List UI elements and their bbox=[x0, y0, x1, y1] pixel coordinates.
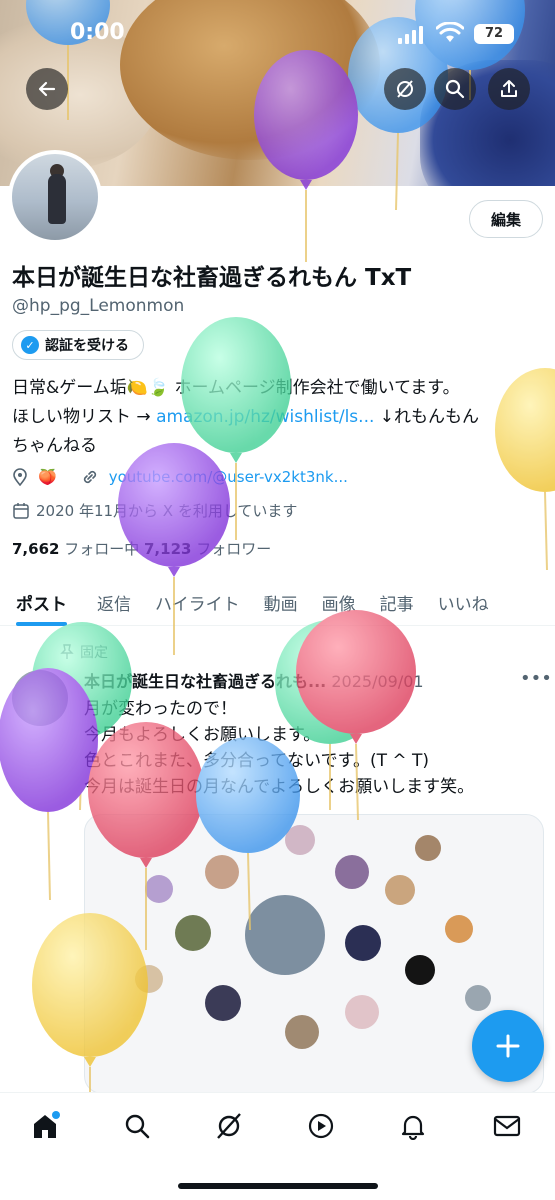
share-button[interactable] bbox=[488, 68, 530, 110]
get-verified-label: 認証を受ける bbox=[45, 338, 129, 354]
tab-videos[interactable]: 動画 bbox=[264, 578, 298, 626]
joined-text: 2020 年11月から X を利用しています bbox=[36, 502, 298, 520]
following-stat[interactable]: 7,662 フォロー中 bbox=[12, 540, 144, 558]
pin-icon bbox=[60, 644, 74, 659]
search-button[interactable] bbox=[434, 68, 476, 110]
get-verified-button[interactable]: ✓ 認証を受ける bbox=[12, 330, 144, 360]
nav-video[interactable] bbox=[304, 1109, 338, 1143]
grok-nav-icon bbox=[217, 1113, 241, 1139]
battery-indicator: 72 bbox=[474, 24, 514, 44]
post-header: 本日が誕生日な社畜過ぎるれも... 2025/09/01 bbox=[84, 668, 504, 692]
post-line-1: 月が変わったので！ bbox=[84, 699, 237, 719]
bio-line-1: 日常&ゲーム垢🍋🍃 ホームページ制作会社で働いてます。 bbox=[12, 378, 460, 398]
verified-badge-icon: ✓ bbox=[21, 336, 39, 354]
profile-handle: @hp_pg_Lemonmon bbox=[12, 296, 185, 316]
more-icon[interactable]: ••• bbox=[520, 668, 552, 689]
following-label: フォロー中 bbox=[59, 540, 144, 558]
compose-button[interactable] bbox=[472, 1010, 544, 1082]
tab-posts[interactable]: ポスト bbox=[16, 578, 67, 626]
tab-replies[interactable]: 返信 bbox=[97, 578, 131, 626]
nav-home[interactable] bbox=[28, 1109, 62, 1143]
signal-icon bbox=[398, 26, 424, 44]
tab-highlights[interactable]: ハイライト bbox=[155, 578, 240, 626]
post-line-4: 今月は誕生日の月なんでよろしくお願いします笑。 bbox=[84, 777, 475, 797]
profile-joined: 2020 年11月から X を利用しています bbox=[12, 500, 297, 521]
post-date[interactable]: 2025/09/01 bbox=[331, 672, 423, 691]
status-bar: 0:00 72 bbox=[0, 14, 555, 54]
nav-explore[interactable] bbox=[120, 1109, 154, 1143]
followers-stat[interactable]: 7,123 フォロワー bbox=[144, 540, 271, 558]
website-link[interactable]: youtube.com/@user-vx2kt3nk... bbox=[109, 468, 348, 486]
link-icon bbox=[83, 470, 96, 484]
following-count: 7,662 bbox=[12, 540, 60, 558]
profile-meta-location-website: 🍑 youtube.com/@user-vx2kt3nk... bbox=[12, 468, 348, 486]
search-icon bbox=[445, 79, 465, 99]
plus-icon bbox=[496, 1034, 520, 1058]
wifi-icon bbox=[436, 22, 464, 42]
image-center-circle bbox=[245, 895, 325, 975]
bio-line-2-tail: ↓れもんもん bbox=[374, 407, 480, 427]
tab-articles[interactable]: 記事 bbox=[380, 578, 414, 626]
location-icon bbox=[13, 468, 27, 486]
nav-notifications[interactable] bbox=[396, 1109, 430, 1143]
tab-images[interactable]: 画像 bbox=[322, 578, 356, 626]
tab-likes[interactable]: いいね bbox=[438, 578, 489, 626]
home-icon bbox=[34, 1111, 60, 1138]
pinned-label: 固定 bbox=[80, 645, 108, 661]
wishlist-link[interactable]: amazon.jp/hz/wishlist/ls... bbox=[156, 407, 374, 427]
calendar-icon bbox=[13, 502, 29, 519]
post-avatar[interactable] bbox=[12, 670, 68, 726]
back-arrow-icon bbox=[38, 81, 56, 97]
profile-tabs: ポスト 返信 ハイライト 動画 画像 記事 いいね bbox=[0, 578, 555, 626]
back-button[interactable] bbox=[26, 68, 68, 110]
explore-icon bbox=[125, 1114, 150, 1139]
followers-count: 7,123 bbox=[144, 540, 192, 558]
follow-stats: 7,662 フォロー中 7,123 フォロワー bbox=[12, 538, 271, 559]
location-text: 🍑 bbox=[38, 468, 57, 486]
profile-avatar[interactable] bbox=[8, 150, 102, 244]
mail-icon bbox=[493, 1115, 521, 1137]
bio-line-3: ちゃんねる bbox=[12, 436, 97, 456]
pinned-indicator: 固定 bbox=[60, 642, 108, 662]
post-author[interactable]: 本日が誕生日な社畜過ぎるれも... bbox=[84, 672, 326, 691]
grok-button[interactable] bbox=[384, 68, 426, 110]
profile-name: 本日が誕生日な社畜過ぎるれもん TxT bbox=[12, 265, 412, 291]
post-line-2: 今月もよろしくお願いします。 bbox=[84, 725, 321, 745]
profile-screen: 0:00 72 編集 本日が誕生日な社畜過ぎるれもん TxT @hp_pg_Le… bbox=[0, 0, 555, 1200]
profile-bio: 日常&ゲーム垢🍋🍃 ホームページ制作会社で働いてます。 ほしい物リスト → am… bbox=[12, 374, 547, 461]
bell-icon bbox=[401, 1115, 425, 1140]
video-icon bbox=[308, 1113, 334, 1139]
bio-line-2-text: ほしい物リスト → bbox=[12, 407, 157, 427]
share-icon bbox=[501, 80, 517, 97]
nav-messages[interactable] bbox=[490, 1109, 524, 1143]
grok-icon bbox=[397, 80, 413, 98]
edit-profile-button[interactable]: 編集 bbox=[469, 200, 543, 238]
nav-grok[interactable] bbox=[212, 1109, 246, 1143]
post-line-3: 色とこれまた、多分合ってないです。(T ^ T) bbox=[84, 751, 430, 771]
post-text: 月が変わったので！ 今月もよろしくお願いします。 色とこれまた、多分合ってないで… bbox=[84, 696, 544, 800]
followers-label: フォロワー bbox=[191, 540, 272, 558]
status-time: 0:00 bbox=[70, 20, 125, 45]
home-indicator bbox=[178, 1183, 378, 1189]
